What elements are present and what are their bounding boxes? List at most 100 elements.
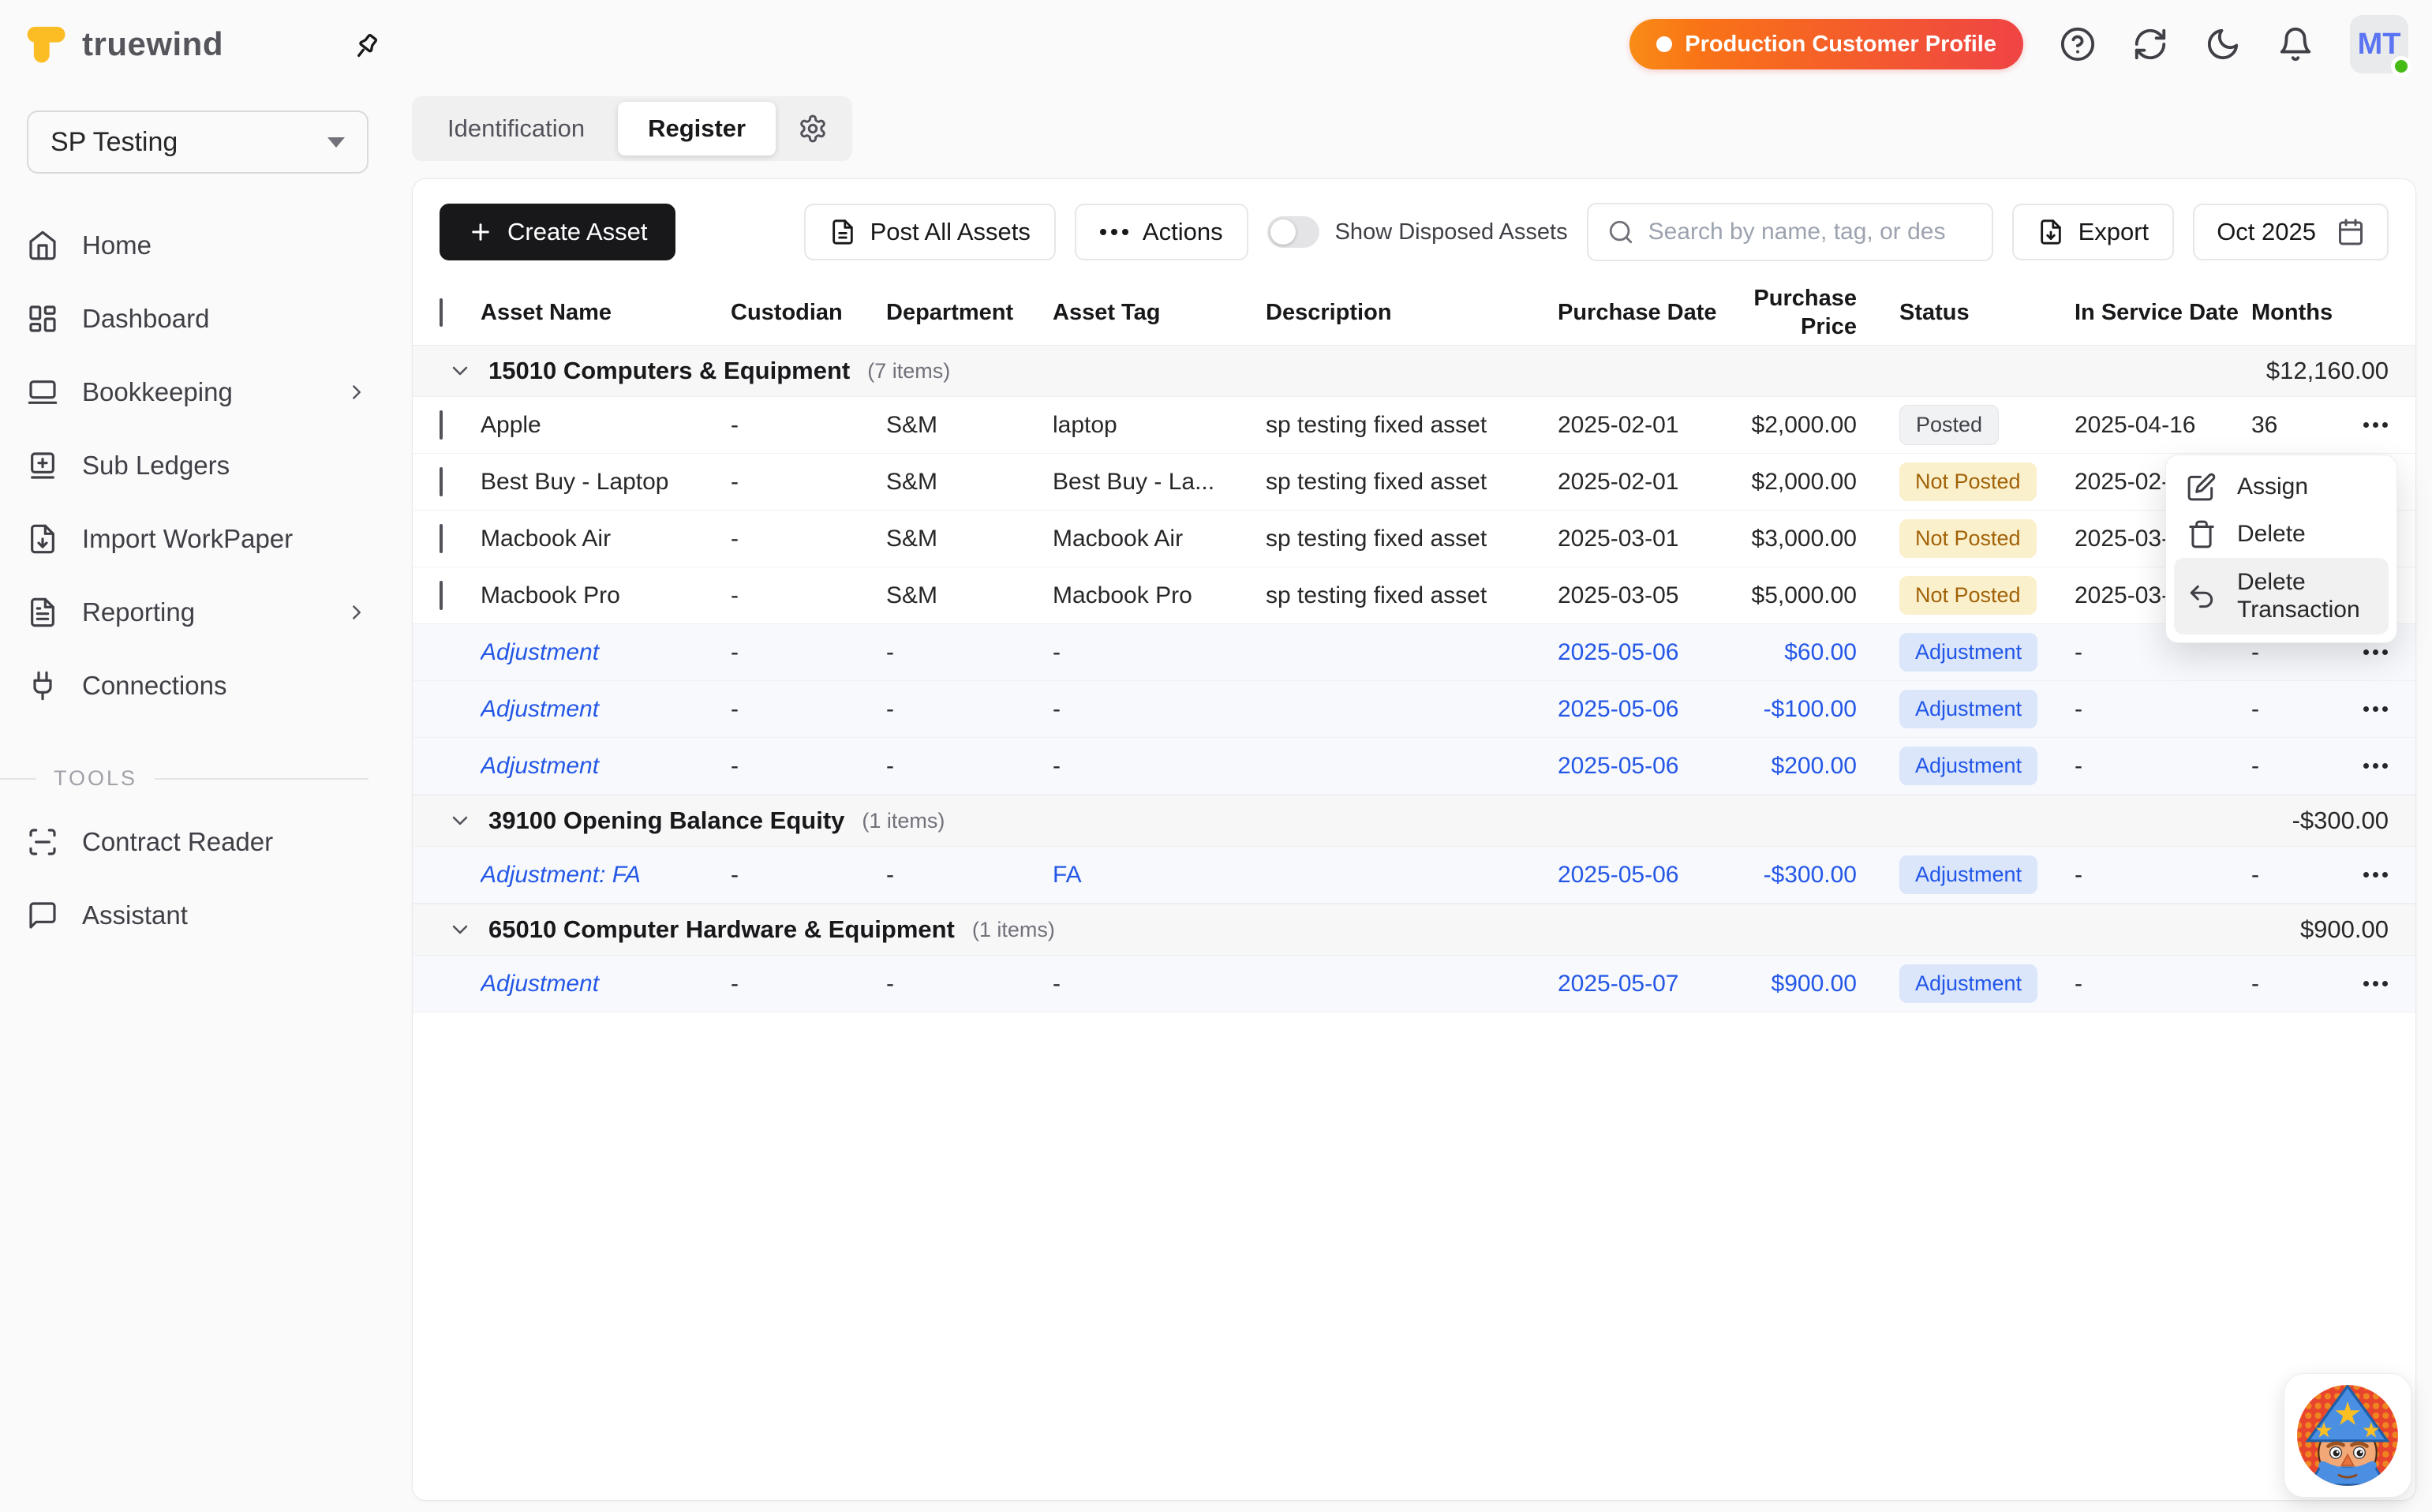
purchase-price-cell: -$100.00 — [1745, 696, 1863, 723]
asset-tag-cell: Macbook Pro — [1053, 582, 1266, 609]
row-menu-kebab-icon[interactable] — [2360, 973, 2391, 994]
row-checkbox[interactable] — [440, 581, 443, 610]
months-cell: - — [2251, 753, 2360, 780]
custodian-cell: - — [731, 862, 886, 889]
tool-item-assistant[interactable]: Assistant — [27, 878, 369, 952]
asset-name-cell: Adjustment — [481, 971, 731, 997]
chevron-down-icon[interactable] — [447, 917, 473, 942]
sidebar-item-connections[interactable]: Connections — [27, 649, 369, 722]
table-row[interactable]: Adjustment: FA--FA2025-05-06-$300.00Adju… — [413, 847, 2415, 904]
row-checkbox[interactable] — [440, 410, 443, 440]
row-checkbox[interactable] — [440, 467, 443, 496]
tool-item-contract-reader[interactable]: Contract Reader — [27, 805, 369, 878]
help-icon[interactable] — [2060, 26, 2096, 62]
table-row[interactable]: Adjustment---2025-05-06$60.00Adjustment-… — [413, 624, 2415, 681]
table-row[interactable]: Macbook Pro-S&MMacbook Prosp testing fix… — [413, 567, 2415, 624]
refresh-icon[interactable] — [2132, 26, 2168, 62]
context-menu-item-assign[interactable]: Assign — [2174, 463, 2389, 511]
table-row[interactable]: Macbook Air-S&MMacbook Airsp testing fix… — [413, 511, 2415, 567]
context-menu-item-delete-transaction[interactable]: DeleteTransaction — [2174, 558, 2389, 634]
purchase-date-cell: 2025-05-07 — [1558, 971, 1745, 997]
plug-icon — [27, 670, 58, 702]
description-cell: sp testing fixed asset — [1266, 526, 1558, 552]
asset-tag-cell: - — [1053, 753, 1266, 780]
purchase-date-cell: 2025-05-06 — [1558, 753, 1745, 780]
status-badge: Adjustment — [1899, 690, 2037, 728]
sidebar-item-label: Bookkeeping — [82, 377, 321, 407]
select-all-checkbox[interactable] — [440, 298, 443, 327]
search-box — [1587, 203, 1993, 261]
post-all-assets-button[interactable]: Post All Assets — [804, 204, 1056, 260]
status-badge: Not Posted — [1899, 519, 2037, 558]
svg-text:★: ★ — [2362, 1418, 2381, 1443]
row-menu-kebab-icon[interactable] — [2360, 864, 2391, 885]
asset-name-cell: Macbook Air — [481, 526, 731, 552]
tools-section-header: TOOLS — [27, 766, 369, 791]
tab-identification[interactable]: Identification — [417, 102, 615, 155]
asset-name-cell: Adjustment — [481, 753, 731, 780]
sidebar-item-import-workpaper[interactable]: Import WorkPaper — [27, 502, 369, 575]
company-select[interactable]: SP Testing — [27, 110, 369, 174]
sidebar-item-dashboard[interactable]: Dashboard — [27, 282, 369, 355]
dark-mode-moon-icon[interactable] — [2205, 26, 2241, 62]
sidebar-item-home[interactable]: Home — [27, 208, 369, 282]
in-service-date-cell: - — [2075, 753, 2251, 780]
export-button[interactable]: Export — [2012, 204, 2175, 260]
table-row[interactable]: Adjustment---2025-05-06$200.00Adjustment… — [413, 738, 2415, 795]
user-avatar[interactable]: MT — [2350, 15, 2408, 73]
row-menu-kebab-icon[interactable] — [2360, 698, 2391, 720]
show-disposed-toggle[interactable] — [1267, 216, 1319, 248]
ellipsis-icon — [1100, 229, 1128, 235]
sidebar-item-label: Sub Ledgers — [82, 451, 369, 481]
purchase-date-cell: 2025-03-05 — [1558, 582, 1745, 609]
actions-button[interactable]: Actions — [1075, 204, 1248, 260]
sidebar-item-sub-ledgers[interactable]: Sub Ledgers — [27, 429, 369, 502]
register-settings-gear-icon[interactable] — [779, 114, 847, 144]
in-service-date-cell: 2025-04-16 — [2075, 412, 2251, 439]
custodian-cell: - — [731, 971, 886, 997]
search-input[interactable] — [1648, 219, 1973, 245]
table-toolbar: Create Asset Post All Assets Actions Sho… — [413, 179, 2415, 280]
calendar-icon — [2337, 218, 2365, 246]
group-total: -$300.00 — [2292, 807, 2389, 835]
sidebar-tools: Contract Reader Assistant — [27, 805, 369, 952]
post-all-assets-label: Post All Assets — [870, 218, 1031, 246]
pin-icon[interactable] — [350, 27, 385, 62]
row-checkbox[interactable] — [440, 524, 443, 553]
sidebar-item-label: Dashboard — [82, 304, 369, 334]
period-picker-button[interactable]: Oct 2025 — [2193, 204, 2389, 260]
asset-tag-cell: - — [1053, 696, 1266, 723]
table-row[interactable]: Apple-S&Mlaptopsp testing fixed asset202… — [413, 397, 2415, 454]
status-badge: Not Posted — [1899, 462, 2037, 501]
company-select-value: SP Testing — [51, 127, 178, 158]
status-cell: Not Posted — [1863, 519, 2075, 558]
asset-tag-cell: Best Buy - La... — [1053, 469, 1266, 496]
sidebar-item-reporting[interactable]: Reporting — [27, 575, 369, 649]
row-menu-kebab-icon[interactable] — [2360, 642, 2391, 663]
row-menu-kebab-icon[interactable] — [2360, 414, 2391, 436]
notifications-bell-icon[interactable] — [2277, 26, 2314, 62]
chevron-right-icon — [345, 601, 369, 624]
table-row[interactable]: Adjustment---2025-05-07$900.00Adjustment… — [413, 956, 2415, 1012]
row-menu-kebab-icon[interactable] — [2360, 755, 2391, 777]
context-menu-item-delete[interactable]: Delete — [2174, 511, 2389, 558]
chevron-down-icon[interactable] — [447, 358, 473, 384]
brand-name: truewind — [82, 25, 223, 63]
status-badge: Not Posted — [1899, 576, 2037, 615]
tab-register[interactable]: Register — [618, 102, 776, 155]
assistant-wizard-launcher[interactable]: ★ ★ ★ — [2284, 1373, 2411, 1498]
edit-icon — [2187, 472, 2217, 502]
table-row[interactable]: Adjustment---2025-05-06-$100.00Adjustmen… — [413, 681, 2415, 738]
environment-badge[interactable]: Production Customer Profile — [1629, 19, 2023, 69]
create-asset-button[interactable]: Create Asset — [440, 204, 675, 260]
table-row[interactable]: Best Buy - Laptop-S&MBest Buy - La...sp … — [413, 454, 2415, 511]
truewind-logo-icon — [24, 22, 68, 66]
chevron-right-icon — [345, 380, 369, 404]
months-cell: - — [2251, 696, 2360, 723]
context-menu-item-label: DeleteTransaction — [2237, 564, 2360, 628]
custodian-cell: - — [731, 639, 886, 666]
chevron-down-icon[interactable] — [447, 808, 473, 833]
column-header-description: Description — [1266, 298, 1558, 327]
sidebar-item-label: Assistant — [82, 900, 369, 930]
sidebar-item-bookkeeping[interactable]: Bookkeeping — [27, 355, 369, 429]
